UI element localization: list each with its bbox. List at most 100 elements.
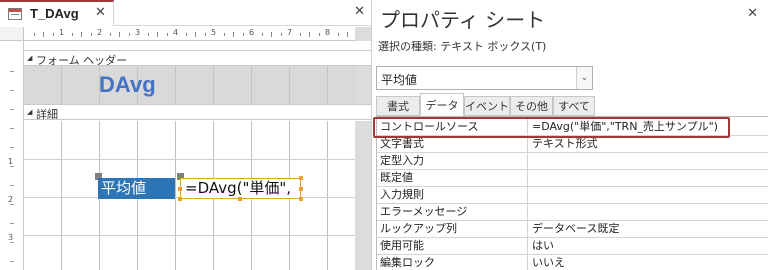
ruler-tick (261, 33, 263, 36)
ruler-tick (166, 33, 168, 36)
detail-right-margin (355, 121, 371, 270)
ruler-number: 8 (325, 28, 331, 37)
ruler-tick (185, 33, 187, 36)
ruler-tick (119, 32, 120, 37)
close-pane-icon[interactable]: ✕ (354, 4, 365, 19)
ruler-tick (223, 33, 225, 36)
detail-section-bar[interactable]: ◢ 詳細 (24, 104, 371, 121)
ruler-tick (337, 33, 339, 36)
property-name: コントロールソース (377, 119, 528, 135)
property-name: 定型入力 (377, 153, 528, 169)
resize-handle[interactable] (238, 197, 242, 201)
grid-line (61, 66, 62, 104)
property-tabs: 書式 データ イベント その他 すべて (376, 93, 768, 116)
header-title-label[interactable]: DAvg (99, 72, 156, 98)
ruler-tick (10, 128, 14, 129)
property-name: 使用可能 (377, 238, 528, 254)
document-tab-bar: T_DAvg ✕ ✕ (0, 0, 371, 26)
property-value[interactable]: はい (529, 238, 768, 254)
property-value[interactable]: いいえ (529, 255, 768, 270)
tab-data[interactable]: データ (420, 93, 464, 116)
property-value[interactable]: =DAvg("単価","TRN_売上サンプル") (529, 119, 768, 135)
ruler-tick (147, 33, 149, 36)
property-row[interactable]: 編集ロック いいえ (377, 255, 768, 270)
ruler-tick (10, 185, 14, 186)
property-row[interactable]: 定型入力 (377, 153, 768, 170)
property-row[interactable]: 使用可能 はい (377, 238, 768, 255)
resize-handle[interactable] (178, 187, 182, 191)
ruler-tick (109, 33, 111, 36)
document-tab-title: T_DAvg (30, 6, 79, 21)
vertical-ruler[interactable]: 1 2 3 (0, 41, 24, 270)
selection-type-label: 選択の種類: テキスト ボックス(T) (378, 40, 547, 53)
ruler-tick (43, 32, 44, 37)
object-selector-combo[interactable]: 平均値 ⌄ (376, 66, 593, 90)
property-row[interactable]: コントロールソース =DAvg("単価","TRN_売上サンプル") (377, 119, 768, 136)
property-value[interactable] (529, 153, 768, 169)
property-name: 編集ロック (377, 255, 528, 270)
property-value[interactable] (529, 204, 768, 220)
average-label-control[interactable]: 平均値 (98, 178, 175, 199)
ruler-number: 6 (249, 28, 255, 37)
tab-format[interactable]: 書式 (376, 96, 420, 116)
tab-other[interactable]: その他 (510, 96, 553, 116)
resize-handle[interactable] (178, 197, 182, 201)
davg-textbox-control[interactable]: =DAvg("単価", (180, 178, 301, 199)
detail-area[interactable]: 平均値 =DAvg("単価", (24, 121, 355, 270)
ruler-tick (242, 33, 244, 36)
ruler-tick (128, 33, 130, 36)
resize-handle[interactable] (299, 187, 303, 191)
ruler-number: 5 (211, 28, 217, 37)
ruler-tick (299, 33, 301, 36)
property-row[interactable]: エラーメッセージ (377, 204, 768, 221)
ruler-tick (309, 32, 310, 37)
form-header-section-bar[interactable]: ◢ フォーム ヘッダー (24, 50, 371, 67)
grid-line (327, 121, 328, 270)
resize-handle[interactable] (299, 176, 303, 180)
ruler-tick (52, 33, 54, 36)
property-row[interactable]: 既定値 (377, 170, 768, 187)
ruler-tick (280, 33, 282, 36)
ruler-right-margin (355, 27, 371, 41)
tab-all[interactable]: すべて (553, 96, 595, 116)
tab-event[interactable]: イベント (464, 96, 510, 116)
detail-section-label: 詳細 (36, 108, 58, 121)
form-header-area[interactable]: DAvg (24, 66, 355, 104)
ruler-tick (318, 33, 320, 36)
ruler-number: 2 (8, 195, 14, 204)
ruler-number: 3 (135, 28, 141, 37)
property-value[interactable]: テキスト形式 (529, 136, 768, 152)
property-name: エラーメッセージ (377, 204, 528, 220)
ruler-tick (81, 32, 82, 37)
grid-line (213, 66, 214, 104)
grid-line (327, 66, 328, 104)
section-arrow-icon: ◢ (27, 54, 33, 62)
property-value[interactable]: データベース既定 (529, 221, 768, 237)
grid-line (24, 235, 355, 236)
ruler-tick (10, 147, 14, 148)
property-value[interactable] (529, 170, 768, 186)
chevron-down-icon[interactable]: ⌄ (576, 67, 592, 89)
property-sheet-pane: プロパティ シート ✕ 選択の種類: テキスト ボックス(T) 平均値 ⌄ 書式… (372, 0, 768, 270)
property-row[interactable]: 文字書式 テキスト形式 (377, 136, 768, 153)
ruler-corner[interactable] (0, 27, 24, 41)
ruler-tick (10, 109, 14, 110)
close-icon[interactable]: ✕ (747, 6, 758, 21)
form-icon (8, 8, 22, 20)
ruler-tick (10, 223, 14, 224)
property-value[interactable] (529, 187, 768, 203)
resize-handle[interactable] (299, 197, 303, 201)
ruler-number: 7 (287, 28, 293, 37)
close-icon[interactable]: ✕ (95, 5, 106, 20)
ruler-tick (10, 204, 14, 205)
ruler-tick (347, 32, 348, 37)
property-row[interactable]: ルックアップ列 データベース既定 (377, 221, 768, 238)
ruler-number: 1 (59, 28, 65, 37)
property-row[interactable]: 入力規則 (377, 187, 768, 204)
ruler-tick (204, 33, 206, 36)
document-tab[interactable]: T_DAvg ✕ (0, 0, 114, 26)
section-arrow-icon: ◢ (27, 108, 33, 116)
horizontal-ruler[interactable]: 1 2 3 4 5 6 7 8 (24, 27, 371, 41)
ruler-tick (10, 166, 14, 167)
ruler-tick (10, 90, 14, 91)
